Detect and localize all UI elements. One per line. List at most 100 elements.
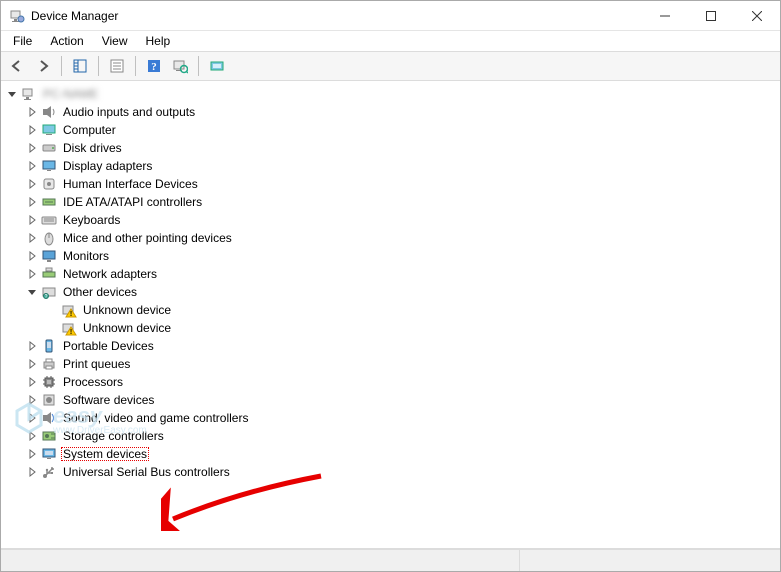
menu-view[interactable]: View xyxy=(94,33,136,49)
device-tree[interactable]: easy www.DriverEasy.com PC-NAMEAudio inp… xyxy=(1,81,780,549)
tree-item[interactable]: Network adapters xyxy=(21,265,780,283)
tree-item[interactable]: Mice and other pointing devices xyxy=(21,229,780,247)
tree-item[interactable]: Portable Devices xyxy=(21,337,780,355)
chevron-right-icon[interactable] xyxy=(25,357,39,371)
chevron-right-icon[interactable] xyxy=(25,393,39,407)
tree-item[interactable]: Computer xyxy=(21,121,780,139)
tree-item-label: Network adapters xyxy=(61,267,159,281)
toolbar-separator xyxy=(98,56,99,76)
tree-item[interactable]: Keyboards xyxy=(21,211,780,229)
toolbar: ? xyxy=(1,51,780,81)
toolbar-scan-button[interactable] xyxy=(168,54,192,78)
tree-item[interactable]: Disk drives xyxy=(21,139,780,157)
tree-item[interactable]: Storage controllers xyxy=(21,427,780,445)
tree-item[interactable]: Sound, video and game controllers xyxy=(21,409,780,427)
chevron-right-icon[interactable] xyxy=(25,159,39,173)
tree-item[interactable]: Software devices xyxy=(21,391,780,409)
keyboard-icon xyxy=(41,212,57,228)
tree-item-label: Computer xyxy=(61,123,118,137)
tree-item[interactable]: Audio inputs and outputs xyxy=(21,103,780,121)
warning-icon: ! xyxy=(61,302,77,318)
tree-item-label: Software devices xyxy=(61,393,156,407)
system-icon xyxy=(41,446,57,462)
software-icon xyxy=(41,392,57,408)
chevron-right-icon[interactable] xyxy=(25,141,39,155)
mouse-icon xyxy=(41,230,57,246)
tree-item-label: System devices xyxy=(61,447,149,461)
tree-item-label: Unknown device xyxy=(81,303,173,317)
tree-item-label: Mice and other pointing devices xyxy=(61,231,234,245)
menu-help[interactable]: Help xyxy=(138,33,179,49)
tree-item-label: Universal Serial Bus controllers xyxy=(61,465,232,479)
chevron-down-icon[interactable] xyxy=(25,285,39,299)
window-title: Device Manager xyxy=(31,9,118,23)
ide-icon xyxy=(41,194,57,210)
tree-item[interactable]: Monitors xyxy=(21,247,780,265)
chevron-right-icon[interactable] xyxy=(25,195,39,209)
tree-item-label: Monitors xyxy=(61,249,111,263)
chevron-down-icon[interactable] xyxy=(5,87,19,101)
tree-item-label: Audio inputs and outputs xyxy=(61,105,197,119)
app-icon xyxy=(9,8,25,24)
chevron-right-icon[interactable] xyxy=(25,411,39,425)
tree-root-item[interactable]: PC-NAME xyxy=(1,85,780,103)
svg-text:!: ! xyxy=(70,311,72,318)
pc-icon xyxy=(21,86,37,102)
audio-icon xyxy=(41,104,57,120)
portable-icon xyxy=(41,338,57,354)
chevron-right-icon[interactable] xyxy=(25,267,39,281)
chevron-right-icon[interactable] xyxy=(25,123,39,137)
svg-text:?: ? xyxy=(151,61,157,73)
toolbar-show-hidden-button[interactable] xyxy=(205,54,229,78)
toolbar-show-hide-tree-button[interactable] xyxy=(68,54,92,78)
sound-icon xyxy=(41,410,57,426)
menu-action[interactable]: Action xyxy=(42,33,91,49)
monitor-icon xyxy=(41,248,57,264)
content-area: easy www.DriverEasy.com PC-NAMEAudio inp… xyxy=(1,81,780,571)
toolbar-properties-button[interactable] xyxy=(105,54,129,78)
maximize-button[interactable] xyxy=(688,1,734,31)
minimize-button[interactable] xyxy=(642,1,688,31)
tree-item-label: Display adapters xyxy=(61,159,154,173)
tree-root-label: PC-NAME xyxy=(41,87,100,101)
tree-item[interactable]: ! Unknown device xyxy=(41,319,780,337)
tree-item-label: Human Interface Devices xyxy=(61,177,200,191)
chevron-right-icon[interactable] xyxy=(25,231,39,245)
status-cell xyxy=(520,550,780,571)
warning-icon: ! xyxy=(61,320,77,336)
chevron-right-icon[interactable] xyxy=(25,213,39,227)
tree-item[interactable]: Print queues xyxy=(21,355,780,373)
tree-item-label: Processors xyxy=(61,375,125,389)
tree-item[interactable]: ?Other devices xyxy=(21,283,780,301)
chevron-right-icon[interactable] xyxy=(25,429,39,443)
toolbar-separator xyxy=(61,56,62,76)
chevron-right-icon[interactable] xyxy=(25,177,39,191)
tree-item[interactable]: IDE ATA/ATAPI controllers xyxy=(21,193,780,211)
chevron-right-icon[interactable] xyxy=(25,375,39,389)
hid-icon xyxy=(41,176,57,192)
tree-item[interactable]: ! Unknown device xyxy=(41,301,780,319)
toolbar-help-button[interactable]: ? xyxy=(142,54,166,78)
chevron-right-icon[interactable] xyxy=(25,249,39,263)
tree-item[interactable]: Display adapters xyxy=(21,157,780,175)
menubar: File Action View Help xyxy=(1,31,780,51)
close-button[interactable] xyxy=(734,1,780,31)
tree-item[interactable]: Universal Serial Bus controllers xyxy=(21,463,780,481)
toolbar-separator xyxy=(198,56,199,76)
tree-item-label: IDE ATA/ATAPI controllers xyxy=(61,195,204,209)
toolbar-forward-button[interactable] xyxy=(31,54,55,78)
chevron-right-icon[interactable] xyxy=(25,447,39,461)
tree-item-label: Unknown device xyxy=(81,321,173,335)
tree-item[interactable]: Processors xyxy=(21,373,780,391)
toolbar-back-button[interactable] xyxy=(5,54,29,78)
chevron-right-icon[interactable] xyxy=(25,105,39,119)
chevron-right-icon[interactable] xyxy=(25,339,39,353)
tree-item[interactable]: System devices xyxy=(21,445,780,463)
menu-file[interactable]: File xyxy=(5,33,40,49)
tree-item-label: Other devices xyxy=(61,285,139,299)
toolbar-separator xyxy=(135,56,136,76)
svg-text:!: ! xyxy=(70,329,72,336)
chevron-right-icon[interactable] xyxy=(25,465,39,479)
tree-item[interactable]: Human Interface Devices xyxy=(21,175,780,193)
disk-icon xyxy=(41,140,57,156)
